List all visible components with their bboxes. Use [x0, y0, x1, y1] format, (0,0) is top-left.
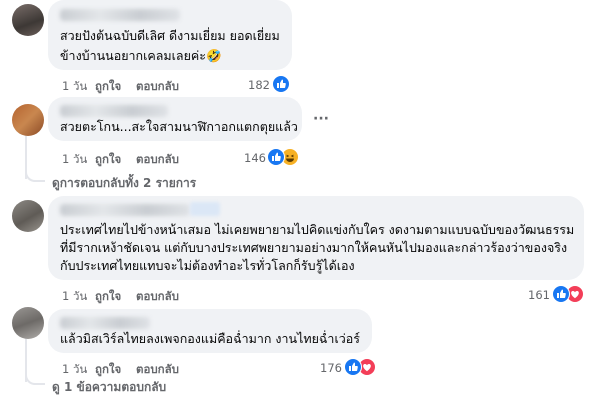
- thumbs-up-icon: [344, 358, 362, 376]
- comment-bubble: สวยตะโกน...สะใจสามนาฬิกาอกแตกตุยแล้ว: [48, 97, 302, 141]
- reaction-count[interactable]: 146: [236, 151, 266, 165]
- reply-button[interactable]: ตอบกลับ: [136, 78, 179, 96]
- avatar[interactable]: [12, 200, 44, 232]
- thread-corner: [25, 369, 45, 385]
- thumbs-up-icon: [552, 285, 570, 303]
- like-button[interactable]: ถูกใจ: [95, 78, 121, 96]
- see-replies-link[interactable]: ดู 1 ข้อความตอบกลับ: [52, 378, 166, 397]
- more-dots-icon[interactable]: ···: [313, 111, 329, 127]
- comment-text-line: สวยปังต้นฉบับดีเลิศ ดีงามเยี่ยม ยอดเยี่ย…: [60, 28, 280, 43]
- thumbs-up-icon: [272, 75, 290, 93]
- comment-time[interactable]: 1 วัน: [62, 78, 87, 96]
- thumbs-up-icon: [267, 148, 285, 166]
- commenter-name[interactable]: [60, 317, 150, 329]
- comment-text-line: แล้วมิสเวิร์ลไทยลงเพจกองแม่คือฉ่ำมาก งาน…: [60, 331, 360, 346]
- commenter-name[interactable]: [60, 204, 190, 216]
- comment-bubble: ประเทศไทยไปข้างหน้าเสมอ ไม่เคยพยายามไปคิ…: [48, 196, 584, 280]
- commenter-name[interactable]: [60, 9, 180, 21]
- like-button[interactable]: ถูกใจ: [95, 361, 121, 379]
- reply-button[interactable]: ตอบกลับ: [136, 361, 179, 379]
- reply-button[interactable]: ตอบกลับ: [136, 151, 179, 169]
- comment-text-line: ที่มีรากเหง้าชัดเจน แต่กับบางประเทศพยายา…: [60, 240, 568, 255]
- comment-text-line: กับประเทศไทยแทบจะไม่ต้องทำอะไรทั่วโลกก็ร…: [60, 258, 355, 273]
- like-button[interactable]: ถูกใจ: [95, 151, 121, 169]
- like-button[interactable]: ถูกใจ: [95, 288, 121, 306]
- reaction-count[interactable]: 161: [520, 288, 550, 302]
- avatar[interactable]: [12, 104, 44, 136]
- avatar[interactable]: [12, 4, 44, 36]
- comment-text-line: สวยตะโกน...สะใจสามนาฬิกาอกแตกตุยแล้ว: [60, 119, 298, 134]
- comment-text-line: ข้างบ้านนอยากเคลมเลยค่ะ🤣: [60, 48, 222, 63]
- commenter-name[interactable]: [60, 105, 168, 117]
- name-badge: [190, 202, 220, 216]
- comment-time[interactable]: 1 วัน: [62, 151, 87, 169]
- reaction-count[interactable]: 176: [312, 361, 342, 375]
- thread-corner: [25, 166, 45, 182]
- reaction-count[interactable]: 182: [240, 78, 270, 92]
- see-replies-link[interactable]: ดูการตอบกลับทั้ง 2 รายการ: [52, 174, 196, 193]
- comment-text-line: ประเทศไทยไปข้างหน้าเสมอ ไม่เคยพยายามไปคิ…: [60, 222, 575, 237]
- reply-button[interactable]: ตอบกลับ: [136, 288, 179, 306]
- comment-bubble: แล้วมิสเวิร์ลไทยลงเพจกองแม่คือฉ่ำมาก งาน…: [48, 309, 372, 353]
- comment-time[interactable]: 1 วัน: [62, 288, 87, 306]
- comment-bubble: สวยปังต้นฉบับดีเลิศ ดีงามเยี่ยม ยอดเยี่ย…: [48, 0, 292, 70]
- comment-time[interactable]: 1 วัน: [62, 361, 87, 379]
- avatar[interactable]: [12, 307, 44, 339]
